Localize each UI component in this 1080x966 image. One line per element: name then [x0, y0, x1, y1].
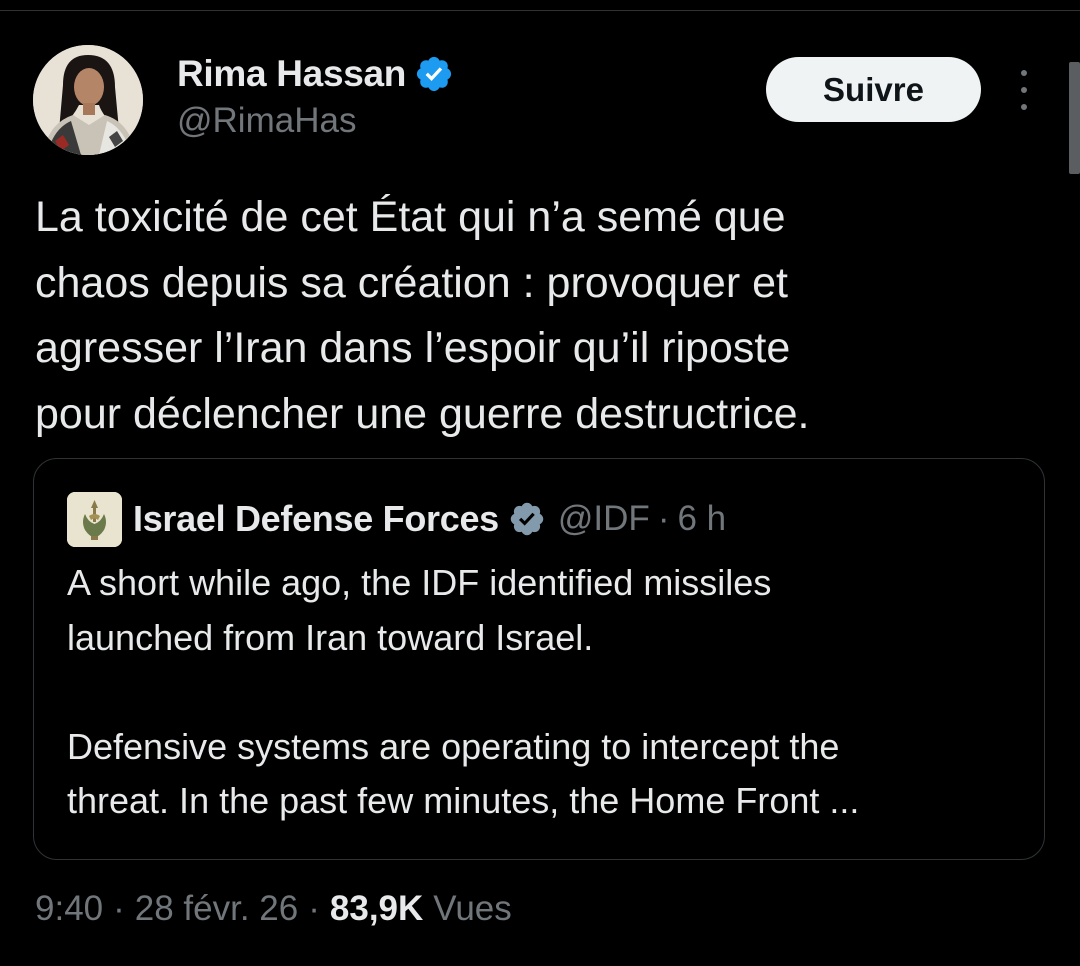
avatar-photo — [33, 45, 143, 155]
more-dot — [1021, 87, 1027, 93]
tweet-meta-row: 9:40 · 28 févr. 26 · 83,9K Vues — [35, 884, 512, 934]
quoted-tweet-time[interactable]: 6 h — [677, 499, 726, 539]
tweet-time[interactable]: 9:40 — [35, 889, 103, 929]
separator-dot: · — [657, 499, 670, 538]
more-dot — [1021, 70, 1027, 76]
verified-org-badge-icon — [510, 502, 544, 536]
more-dot — [1021, 104, 1027, 110]
more-options-icon[interactable] — [1012, 70, 1036, 110]
top-divider — [0, 10, 1080, 11]
author-name-row: Rima Hassan — [177, 52, 454, 96]
quoted-author-name[interactable]: Israel Defense Forces — [133, 498, 499, 540]
separator-dot: · — [308, 889, 320, 928]
tweet-date[interactable]: 28 févr. 26 — [135, 889, 298, 929]
views-count: 83,9K — [329, 889, 424, 928]
verified-badge-icon — [417, 56, 452, 92]
follow-button[interactable]: Suivre — [766, 57, 981, 122]
quoted-author-handle[interactable]: @IDF — [558, 499, 650, 539]
idf-emblem-icon — [67, 491, 122, 547]
quoted-tweet-card[interactable]: Israel Defense Forces @IDF · 6 h A short… — [33, 458, 1045, 860]
idf-logo-avatar[interactable] — [67, 491, 122, 547]
author-handle[interactable]: @RimaHas — [177, 101, 356, 141]
quoted-tweet-header: Israel Defense Forces @IDF · 6 h — [67, 491, 726, 547]
views-label: Vues — [433, 889, 512, 928]
tweet-text: La toxicité de cet État qui n’a semé que… — [35, 193, 810, 438]
scrollbar-thumb[interactable] — [1069, 62, 1080, 174]
separator-dot: · — [113, 889, 125, 928]
quoted-tweet-text: A short while ago, the IDF identified mi… — [67, 562, 860, 821]
author-name[interactable]: Rima Hassan — [177, 53, 406, 95]
author-avatar[interactable] — [33, 45, 143, 155]
